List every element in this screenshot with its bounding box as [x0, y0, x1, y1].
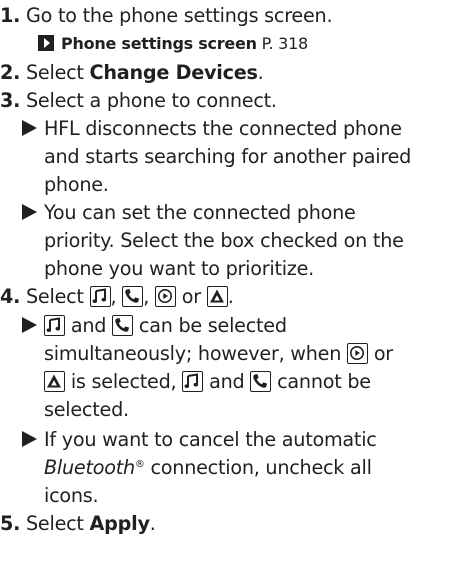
bullet-line: and can be selected [22, 314, 287, 338]
separator-text: , [110, 285, 123, 308]
separator-text: , [143, 285, 155, 308]
bullet-text: connection, uncheck all [144, 456, 372, 479]
step-4: 4. Select , , or . [0, 285, 234, 309]
bullet-text: simultaneously; however, when [44, 342, 347, 365]
reference-title: Phone settings screen [61, 34, 257, 53]
step-number: 4. [0, 285, 21, 308]
step-text: Select [26, 512, 90, 535]
step-number: 5. [0, 512, 21, 535]
step-2: 2. Select Change Devices. [0, 61, 264, 85]
reference-link[interactable]: Phone settings screen P. 318 [38, 32, 308, 56]
bullet-line: If you want to cancel the automatic [22, 428, 377, 452]
music-icon [89, 286, 111, 307]
bullet-line: simultaneously; however, when or [44, 342, 393, 366]
bullet-text: You can set the connected phone [44, 201, 356, 224]
step-number: 1. [0, 4, 21, 27]
bullet-text: and [203, 370, 251, 393]
step-text: Go to the phone settings screen. [26, 4, 333, 27]
android-auto-icon [44, 371, 65, 392]
step-text: . [257, 61, 264, 84]
step-text: Select [26, 61, 90, 84]
bullet-line: priority. Select the box checked on the [44, 229, 404, 252]
bullet-line: selected. [44, 398, 129, 421]
bullet-line: phone you want to prioritize. [44, 257, 315, 280]
bullet-line: Bluetooth® connection, uncheck all [44, 456, 372, 480]
bullet-line: HFL disconnects the connected phone [22, 117, 402, 141]
bullet-line: You can set the connected phone [22, 201, 356, 225]
bullet-text: is selected, [65, 370, 183, 393]
music-icon [44, 315, 65, 336]
step-keyword: Apply [89, 512, 150, 535]
carplay-icon [154, 286, 176, 307]
bullet-text: or [367, 342, 393, 365]
step-number: 2. [0, 61, 21, 84]
phone-icon [250, 371, 272, 392]
bullet-line: and starts searching for another paired [44, 145, 412, 168]
bullet-arrow-icon [22, 120, 37, 136]
step-keyword: Change Devices [89, 61, 258, 84]
bullet-arrow-icon [22, 431, 37, 447]
bullet-line: phone. [44, 173, 109, 196]
registered-mark: ® [134, 459, 145, 470]
step-number: 3. [0, 89, 21, 112]
phone-icon [122, 286, 144, 307]
step-text: Select a phone to connect. [26, 89, 277, 112]
step-text: Select [26, 285, 90, 308]
bullet-text: HFL disconnects the connected phone [44, 117, 402, 140]
bullet-text: cannot be [271, 370, 371, 393]
step-text: . [149, 512, 156, 535]
android-auto-icon [206, 286, 228, 307]
step-1: 1. Go to the phone settings screen. [0, 4, 333, 28]
music-icon [182, 371, 204, 392]
bullet-line: is selected, and cannot be [44, 370, 371, 394]
carplay-icon [346, 343, 368, 364]
separator-text: or [175, 285, 207, 308]
bullet-text: and [65, 314, 113, 337]
step-3: 3. Select a phone to connect. [0, 89, 277, 113]
reference-arrow-icon [38, 35, 54, 51]
separator-text: . [227, 285, 234, 308]
bullet-arrow-icon [22, 317, 37, 333]
bullet-text: If you want to cancel the automatic [44, 428, 377, 451]
bullet-text: can be selected [133, 314, 287, 337]
reference-page: P. 318 [256, 34, 309, 53]
bullet-line: icons. [44, 484, 99, 507]
phone-icon [112, 315, 134, 336]
step-5: 5. Select Apply. [0, 512, 156, 536]
bullet-arrow-icon [22, 204, 37, 220]
bluetooth-term: Bluetooth [44, 456, 135, 479]
